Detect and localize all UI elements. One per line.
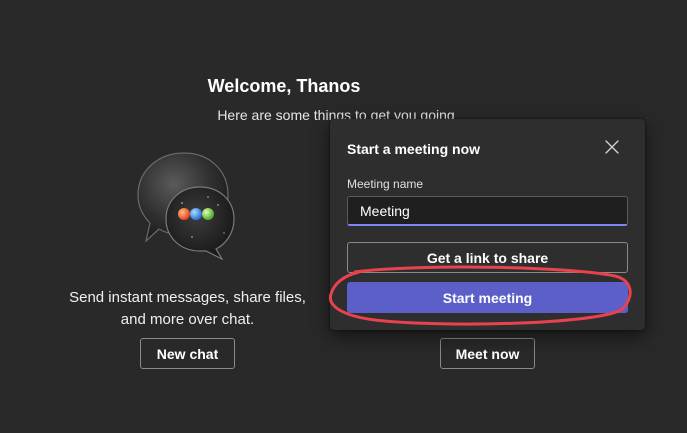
popup-title: Start a meeting now — [347, 141, 481, 157]
close-button[interactable] — [602, 139, 622, 159]
get-link-button[interactable]: Get a link to share — [347, 242, 628, 273]
start-meeting-button[interactable]: Start meeting — [347, 282, 628, 313]
chat-description: Send instant messages, share files, and … — [40, 287, 335, 331]
close-icon — [605, 139, 619, 159]
teams-welcome-screen: Welcome, Thanos Here are some things to … — [0, 0, 687, 433]
chat-bubbles-icon — [132, 145, 242, 261]
meet-now-button[interactable]: Meet now — [440, 338, 535, 369]
chat-description-line-1: Send instant messages, share files, — [69, 289, 306, 306]
meeting-name-input[interactable] — [347, 196, 628, 226]
chat-description-line-2: and more over chat. — [120, 311, 255, 328]
new-chat-button[interactable]: New chat — [140, 338, 235, 369]
start-meeting-popup: Start a meeting now Meeting name Get a l… — [330, 119, 645, 330]
welcome-title: Welcome, Thanos — [207, 76, 361, 96]
meeting-name-label: Meeting name — [347, 177, 424, 191]
